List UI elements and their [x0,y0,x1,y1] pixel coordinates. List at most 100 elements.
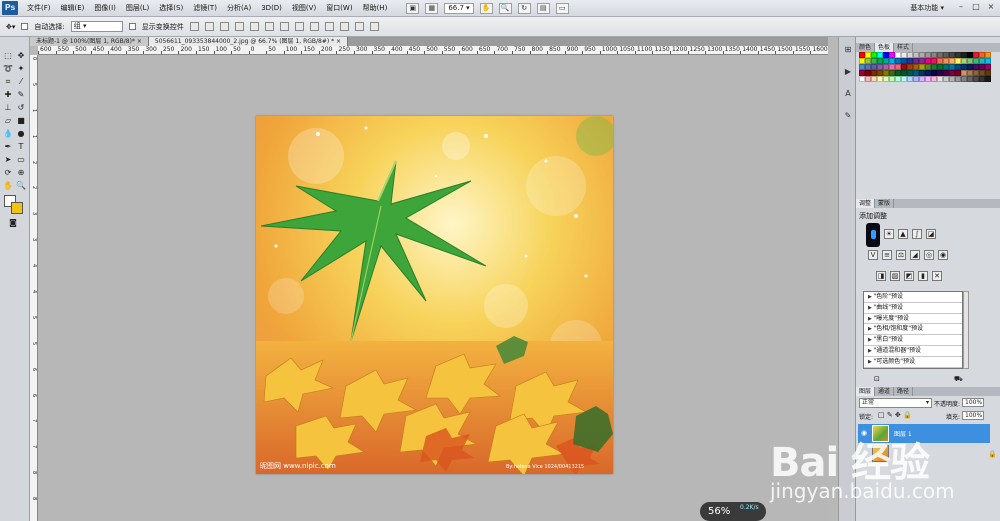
black-white-icon[interactable]: ◢ [910,250,920,260]
quick-mask-icon[interactable]: ◙ [8,218,18,228]
arrange-documents-icon[interactable]: ▤ [536,2,550,14]
menu-help[interactable]: 帮助(H) [358,3,393,13]
distribute-vcenter-icon[interactable] [294,22,304,31]
hue-saturation-icon[interactable]: ≡ [882,250,892,260]
tab-masks[interactable]: 蒙版 [875,199,895,208]
fill-input[interactable]: 100% [962,411,984,420]
preset-curves[interactable]: "曲线"预设 [864,303,962,314]
menu-view[interactable]: 视图(V) [287,3,321,13]
preset-selective-color[interactable]: "可选颜色"预设 [864,357,962,368]
tab-swatches[interactable]: 色板 [875,43,895,52]
actions-panel-icon[interactable]: ▶ [843,67,853,77]
distribute-left-icon[interactable] [324,22,334,31]
history-panel-icon[interactable]: ⊞ [843,45,853,55]
auto-align-icon[interactable] [369,22,379,31]
channel-mixer-icon[interactable]: ◉ [938,250,948,260]
blend-mode-select[interactable]: 正常 ▾ [859,398,932,408]
lock-options-icon[interactable]: □ ✎ ✥ 🔒 [878,411,912,419]
hand-tool-box-icon[interactable]: ✋ [3,181,13,191]
screen-mode-icon[interactable]: ▭ [555,2,569,14]
preset-hue-saturation[interactable]: "色相/饱和度"预设 [864,324,962,336]
preset-exposure[interactable]: "曝光度"预设 [864,314,962,325]
photo-filter-icon[interactable]: ◎ [924,250,934,260]
selective-color-icon[interactable]: ✕ [932,271,942,281]
vibrance-icon[interactable]: V [868,250,878,260]
launch-bridge-icon[interactable]: ▣ [406,2,420,14]
hand-tool-icon[interactable]: ✋ [479,2,493,14]
color-balance-icon[interactable]: ⚖ [896,250,906,260]
menu-analysis[interactable]: 分析(A) [222,3,256,13]
clip-to-layer-icon[interactable]: ⛟ [954,375,963,384]
tab-untitled[interactable]: 未标题-1 @ 100%(图层 1, RGB/8)* × [30,37,149,46]
type-tool-icon[interactable]: T [16,142,26,152]
move-tool-icon-box[interactable]: ✥ [16,51,26,61]
align-right-icon[interactable] [264,22,274,31]
3d-rotate-icon[interactable]: ⟳ [3,168,13,178]
menu-filter[interactable]: 滤镜(T) [188,3,222,13]
tab-color[interactable]: 颜色 [856,43,876,52]
tab-paths[interactable]: 路径 [894,387,914,396]
color-swatch[interactable] [985,76,991,82]
tab-styles[interactable]: 样式 [894,43,914,52]
opacity-input[interactable]: 100% [962,398,984,407]
exposure-icon[interactable]: ◪ [926,229,936,239]
view-extras-icon[interactable]: ▦ [425,2,439,14]
align-left-icon[interactable] [234,22,244,31]
align-top-icon[interactable] [189,22,199,31]
brushes-panel-icon[interactable]: ✎ [843,111,853,121]
zoom-tool-icon[interactable]: 🔍 [498,2,512,14]
invert-icon[interactable]: ◨ [876,271,886,281]
path-select-icon[interactable]: ➤ [3,155,13,165]
shape-tool-icon[interactable]: ▭ [16,155,26,165]
auto-select-dropdown[interactable]: 组 ▾ [70,21,123,32]
levels-icon[interactable]: ▲ [898,229,908,239]
distribute-bottom-icon[interactable] [309,22,319,31]
blur-tool-icon[interactable]: 💧 [3,129,13,139]
menu-select[interactable]: 选择(S) [154,3,188,13]
visibility-eye-icon[interactable]: ◉ [861,429,867,437]
eyedropper-icon[interactable]: ⁄ [16,77,26,87]
maximize-button[interactable]: □ [971,2,981,11]
marquee-tool-icon[interactable]: ⬚ [3,51,13,61]
healing-brush-icon[interactable]: ✚ [3,90,13,100]
align-bottom-icon[interactable] [219,22,229,31]
character-panel-icon[interactable]: A [843,89,853,99]
threshold-icon[interactable]: ◩ [904,271,914,281]
menu-edit[interactable]: 编辑(E) [56,3,90,13]
distribute-right-icon[interactable] [354,22,364,31]
dodge-tool-icon[interactable]: ● [16,129,26,139]
move-tool-icon[interactable]: ✥▾ [6,23,15,31]
3d-camera-icon[interactable]: ⊕ [16,168,26,178]
layer-name[interactable]: 图层 1 [894,429,912,438]
auto-select-checkbox[interactable] [21,23,29,30]
gradient-map-icon[interactable]: ▮ [918,271,928,281]
show-transform-checkbox[interactable] [128,23,136,30]
crop-tool-icon[interactable]: ⌗ [3,77,13,87]
document-image[interactable]: 昵图网 www.nipic.com By:helena Vice 1024/00… [256,116,613,474]
gradient-tool-icon[interactable]: ■ [16,116,26,126]
distribute-top-icon[interactable] [279,22,289,31]
brightness-contrast-icon[interactable]: ☀ [884,229,894,239]
lasso-tool-icon[interactable]: ➰ [3,64,13,74]
align-vcenter-icon[interactable] [204,22,214,31]
background-color-swatch[interactable] [11,202,23,214]
preset-levels[interactable]: "色阶"预设 [864,292,962,303]
pen-tool-icon[interactable]: ✒ [3,142,13,152]
tab-layers[interactable]: 图层 [856,387,876,396]
tab-adjustments[interactable]: 调整 [856,199,876,208]
menu-file[interactable]: 文件(F) [22,3,56,13]
tab-channels[interactable]: 通道 [875,387,895,396]
menu-3d[interactable]: 3D(D) [256,4,287,12]
brush-tool-icon[interactable]: ✎ [16,90,26,100]
workspace-select[interactable]: 基本功能 ▾ [910,3,944,13]
menu-layer[interactable]: 图层(L) [121,3,154,13]
return-to-list-icon[interactable]: ⊡ [874,375,880,383]
zoom-tool-box-icon[interactable]: 🔍 [16,181,26,191]
preset-black-white[interactable]: "黑白"预设 [864,335,962,346]
curves-icon[interactable]: ∫ [912,229,922,239]
menu-image[interactable]: 图像(I) [89,3,121,13]
history-brush-icon[interactable]: ↺ [16,103,26,113]
minimize-button[interactable]: – [956,2,966,11]
swatches-grid[interactable] [859,52,993,92]
align-hcenter-icon[interactable] [249,22,259,31]
